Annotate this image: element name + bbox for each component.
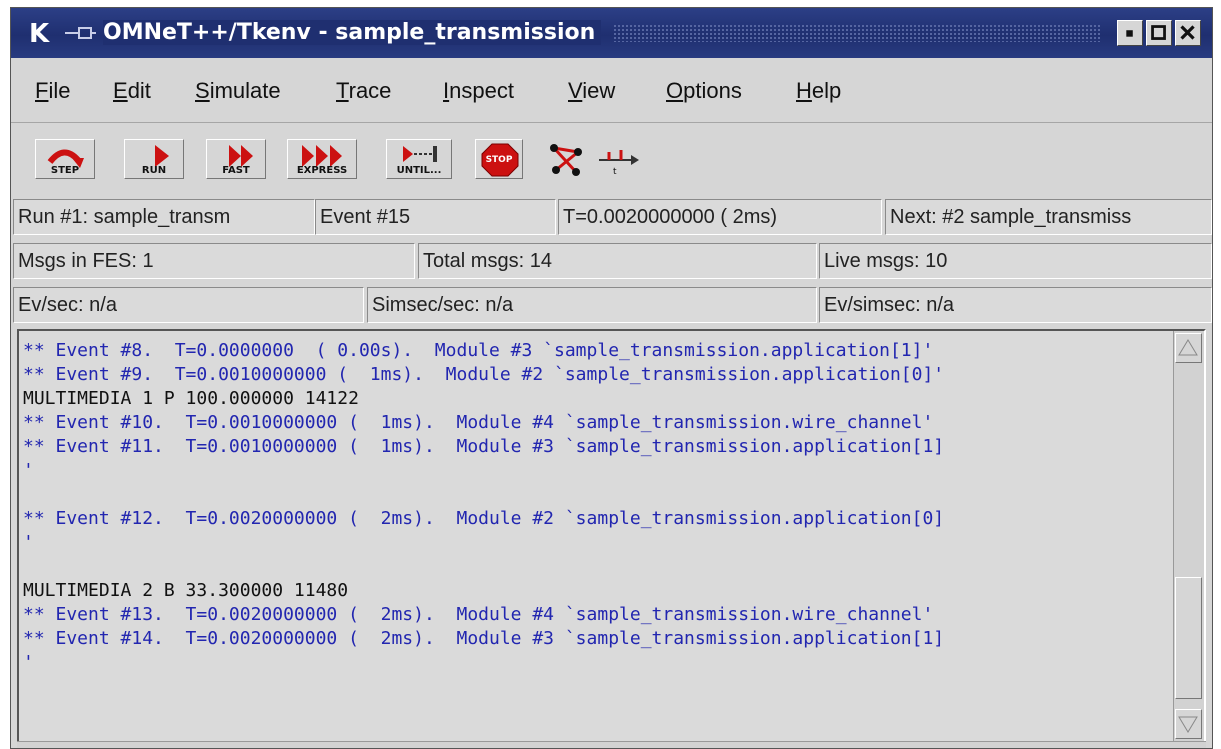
log-vertical-scrollbar[interactable] bbox=[1173, 331, 1204, 741]
fast-button[interactable]: FAST bbox=[206, 139, 266, 179]
kde-app-icon[interactable]: K bbox=[29, 19, 49, 49]
log-line: ' bbox=[23, 460, 34, 481]
window-title: OMNeT++/Tkenv - sample_transmission bbox=[103, 20, 602, 45]
close-icon bbox=[1180, 25, 1195, 40]
menu-inspect[interactable]: Inspect bbox=[443, 78, 514, 104]
express-button[interactable]: EXPRESS bbox=[287, 139, 357, 179]
log-line: ** Event #10. T=0.0010000000 ( 1ms). Mod… bbox=[23, 412, 934, 433]
status-row-perf: Ev/sec: n/a Simsec/sec: n/a Ev/simsec: n… bbox=[13, 287, 1212, 323]
run-button[interactable]: RUN bbox=[124, 139, 184, 179]
status-row-msgs: Msgs in FES: 1 Total msgs: 14 Live msgs:… bbox=[13, 243, 1212, 279]
ev-per-simsec-label: Ev/simsec: n/a bbox=[819, 287, 1212, 323]
svg-text:t: t bbox=[613, 167, 617, 177]
menu-trace[interactable]: Trace bbox=[336, 78, 391, 104]
msgs-in-fes-label: Msgs in FES: 1 bbox=[13, 243, 415, 279]
timeline-icon: t bbox=[599, 150, 639, 177]
menu-view[interactable]: View bbox=[568, 78, 615, 104]
tkenv-window: K OMNeT++/Tkenv - sample_transmission Fi… bbox=[10, 7, 1213, 749]
log-line: ** Event #9. T=0.0010000000 ( 1ms). Modu… bbox=[23, 364, 945, 385]
scroll-down-icon bbox=[1178, 716, 1198, 733]
log-line: ** Event #11. T=0.0010000000 ( 1ms). Mod… bbox=[23, 436, 945, 457]
maximize-button[interactable] bbox=[1146, 20, 1172, 46]
log-line: MULTIMEDIA 1 P 100.000000 14122 bbox=[23, 388, 359, 409]
menu-bar: File Edit Simulate Trace Inspect View Op… bbox=[11, 58, 1212, 123]
simsec-per-sec-label: Simsec/sec: n/a bbox=[367, 287, 817, 323]
time-label: T=0.0020000000 ( 2ms) bbox=[558, 199, 882, 235]
log-line: ** Event #14. T=0.0020000000 ( 2ms). Mod… bbox=[23, 628, 945, 649]
title-bar[interactable]: K OMNeT++/Tkenv - sample_transmission bbox=[11, 8, 1212, 58]
scroll-up-button[interactable] bbox=[1175, 333, 1202, 363]
scroll-down-button[interactable] bbox=[1175, 709, 1202, 739]
log-line: ** Event #8. T=0.0000000 ( 0.00s). Modul… bbox=[23, 340, 934, 361]
network-graph-icon bbox=[550, 144, 582, 176]
menu-file[interactable]: File bbox=[35, 78, 70, 104]
network-button[interactable] bbox=[547, 139, 583, 179]
minimize-button[interactable] bbox=[1117, 20, 1143, 46]
log-line: MULTIMEDIA 2 B 33.300000 11480 bbox=[23, 580, 349, 601]
menu-options[interactable]: Options bbox=[666, 78, 742, 104]
minimize-icon bbox=[1126, 30, 1133, 37]
status-row-run: Run #1: sample_transm Event #15 T=0.0020… bbox=[13, 199, 1212, 235]
menu-help[interactable]: Help bbox=[796, 78, 841, 104]
close-button[interactable] bbox=[1175, 20, 1201, 46]
title-bar-pattern bbox=[613, 24, 1102, 42]
toolbar: STEP RUN FAST EXPRESS UNTIL... STOP t bbox=[11, 126, 1212, 196]
log-line: ** Event #12. T=0.0020000000 ( 2ms). Mod… bbox=[23, 508, 945, 529]
scroll-thumb[interactable] bbox=[1175, 577, 1202, 699]
stop-button[interactable]: STOP bbox=[475, 139, 523, 179]
menu-edit[interactable]: Edit bbox=[113, 78, 151, 104]
horizontal-scrollbar[interactable] bbox=[17, 741, 1206, 748]
log-line: ** Event #13. T=0.0020000000 ( 2ms). Mod… bbox=[23, 604, 934, 625]
timeline-button[interactable]: t bbox=[594, 139, 640, 179]
scroll-up-icon bbox=[1178, 339, 1198, 356]
until-button[interactable]: UNTIL... bbox=[386, 139, 452, 179]
run-label: Run #1: sample_transm bbox=[13, 199, 315, 235]
next-event-label: Next: #2 sample_transmiss bbox=[885, 199, 1212, 235]
total-msgs-label: Total msgs: 14 bbox=[418, 243, 817, 279]
log-line: ' bbox=[23, 532, 34, 553]
event-log[interactable]: ** Event #8. T=0.0000000 ( 0.00s). Modul… bbox=[17, 329, 1206, 743]
menu-simulate[interactable]: Simulate bbox=[195, 78, 281, 104]
ev-per-sec-label: Ev/sec: n/a bbox=[13, 287, 364, 323]
pin-icon[interactable] bbox=[63, 26, 97, 40]
event-label: Event #15 bbox=[315, 199, 556, 235]
step-button[interactable]: STEP bbox=[35, 139, 95, 179]
live-msgs-label: Live msgs: 10 bbox=[819, 243, 1212, 279]
maximize-icon bbox=[1151, 25, 1166, 40]
log-line: ' bbox=[23, 652, 34, 673]
log-text[interactable]: ** Event #8. T=0.0000000 ( 0.00s). Modul… bbox=[23, 339, 1173, 675]
